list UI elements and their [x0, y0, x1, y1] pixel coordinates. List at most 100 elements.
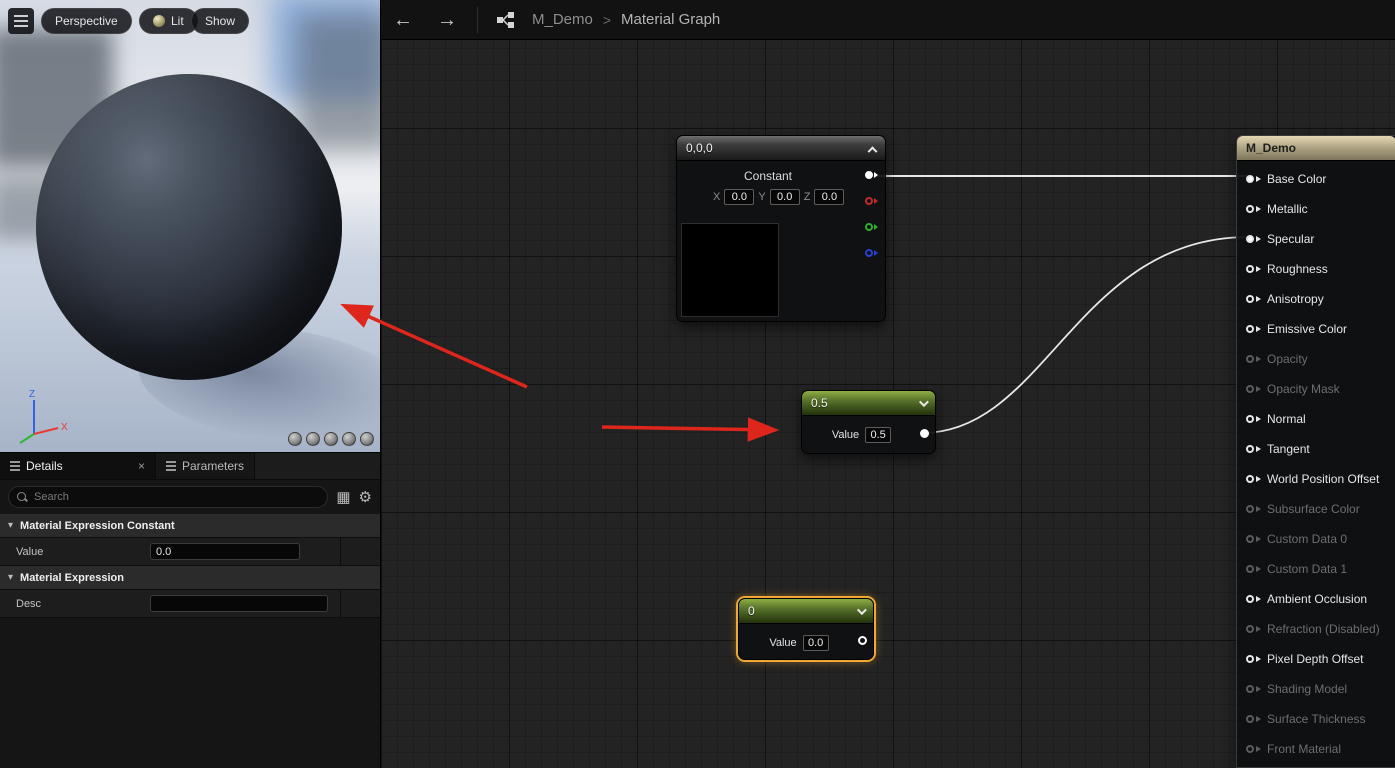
breadcrumb-material-name[interactable]: M_Demo [532, 11, 593, 28]
expand-chevron-icon[interactable] [919, 397, 929, 407]
search-icon [17, 492, 28, 503]
navigate-forward-button[interactable]: → [425, 0, 469, 40]
z-field-input[interactable] [814, 189, 844, 205]
material-output-pin-refraction-disabled-[interactable]: Refraction (Disabled) [1237, 614, 1395, 644]
material-output-pin-front-material[interactable]: Front Material [1237, 734, 1395, 764]
value-input[interactable] [803, 635, 829, 651]
input-pin-icon[interactable] [1246, 295, 1254, 303]
pin-arrow-icon [1256, 536, 1261, 542]
material-output-pin-specular[interactable]: Specular [1237, 224, 1395, 254]
material-preview-viewport[interactable]: Perspective Lit Show Z X [0, 0, 380, 452]
output-pin-value[interactable] [865, 171, 873, 179]
input-pin-icon[interactable] [1246, 325, 1254, 333]
preview-mesh-cube-button[interactable] [342, 432, 356, 446]
input-pin-icon[interactable] [1246, 475, 1254, 483]
node-header[interactable]: 0.5 [802, 391, 935, 416]
preview-mesh-sphere-button[interactable] [306, 432, 320, 446]
navigate-back-button[interactable]: ← [381, 0, 425, 40]
x-field-input[interactable] [724, 189, 754, 205]
section-material-expression[interactable]: ▾ Material Expression [0, 566, 380, 590]
show-button[interactable]: Show [191, 8, 249, 34]
output-pin[interactable] [858, 636, 867, 645]
tab-close-icon[interactable]: × [138, 459, 145, 473]
input-pin-icon[interactable] [1246, 655, 1254, 663]
material-output-pin-custom-data-0[interactable]: Custom Data 0 [1237, 524, 1395, 554]
material-output-pin-anisotropy[interactable]: Anisotropy [1237, 284, 1395, 314]
node-header[interactable]: 0,0,0 [677, 136, 885, 161]
material-output-pin-emissive-color[interactable]: Emissive Color [1237, 314, 1395, 344]
node-header[interactable]: M_Demo [1237, 136, 1395, 161]
input-pin-icon[interactable] [1246, 505, 1254, 513]
input-pin-icon[interactable] [1246, 415, 1254, 423]
material-output-pin-normal[interactable]: Normal [1237, 404, 1395, 434]
output-pin-green[interactable] [865, 223, 873, 231]
preview-mesh-teapot-button[interactable] [360, 432, 374, 446]
node-material-output[interactable]: M_Demo Base ColorMetallicSpecularRoughne… [1236, 135, 1395, 768]
expand-chevron-icon[interactable] [857, 605, 867, 615]
preview-mesh-cylinder-button[interactable] [288, 432, 302, 446]
input-pin-icon[interactable] [1246, 205, 1254, 213]
input-pin-icon[interactable] [1246, 535, 1254, 543]
desc-property-input[interactable] [150, 595, 328, 612]
show-label: Show [205, 14, 235, 28]
output-pin[interactable] [920, 429, 929, 438]
node-constant-half[interactable]: 0.5 Value [801, 390, 936, 454]
view-options-grid-icon[interactable]: ▦ [336, 490, 350, 505]
material-output-pin-shading-model[interactable]: Shading Model [1237, 674, 1395, 704]
expand-caret-icon[interactable]: ▾ [8, 572, 13, 583]
material-output-pin-tangent[interactable]: Tangent [1237, 434, 1395, 464]
material-output-pin-opacity[interactable]: Opacity [1237, 344, 1395, 374]
material-output-pin-opacity-mask[interactable]: Opacity Mask [1237, 374, 1395, 404]
output-pin-red[interactable] [865, 197, 873, 205]
input-pin-icon[interactable] [1246, 595, 1254, 603]
material-output-pins: Base ColorMetallicSpecularRoughnessAniso… [1237, 161, 1395, 764]
input-pin-icon[interactable] [1246, 175, 1254, 183]
preview-mesh-plane-button[interactable] [324, 432, 338, 446]
lit-label: Lit [171, 14, 184, 28]
material-output-pin-base-color[interactable]: Base Color [1237, 164, 1395, 194]
value-property-input[interactable] [150, 543, 300, 560]
collapse-chevron-icon[interactable] [868, 146, 878, 156]
input-pin-icon[interactable] [1246, 355, 1254, 363]
tab-details[interactable]: Details × [0, 453, 156, 479]
viewport-menu-button[interactable] [8, 8, 34, 34]
node-header[interactable]: 0 [739, 599, 873, 624]
left-panel: Perspective Lit Show Z X [0, 0, 380, 768]
input-pin-icon[interactable] [1246, 745, 1254, 753]
material-graph-canvas[interactable]: ← → M_Demo > Material Graph 0,0,0 Consta… [380, 0, 1395, 768]
output-pin-blue[interactable] [865, 249, 873, 257]
expand-caret-icon[interactable]: ▾ [8, 520, 13, 531]
input-pin-icon[interactable] [1246, 565, 1254, 573]
breadcrumb-material-graph[interactable]: Material Graph [621, 11, 720, 28]
input-pin-icon[interactable] [1246, 625, 1254, 633]
input-pin-icon[interactable] [1246, 445, 1254, 453]
input-pin-icon[interactable] [1246, 265, 1254, 273]
input-pin-icon[interactable] [1246, 685, 1254, 693]
lit-icon [153, 15, 165, 27]
lit-mode-button[interactable]: Lit [139, 8, 198, 34]
preview-mesh-buttons [288, 432, 374, 446]
input-pin-icon[interactable] [1246, 715, 1254, 723]
material-output-pin-surface-thickness[interactable]: Surface Thickness [1237, 704, 1395, 734]
axis-z-label: Z [29, 389, 35, 400]
value-input[interactable] [865, 427, 891, 443]
tab-parameters[interactable]: Parameters [156, 453, 255, 479]
node-constant-vector[interactable]: 0,0,0 Constant X Y Z [676, 135, 886, 322]
material-output-pin-custom-data-1[interactable]: Custom Data 1 [1237, 554, 1395, 584]
input-pin-icon[interactable] [1246, 235, 1254, 243]
search-box[interactable] [8, 486, 328, 508]
node-constant-zero[interactable]: 0 Value [738, 598, 874, 660]
perspective-button[interactable]: Perspective [41, 8, 132, 34]
material-output-pin-ambient-occlusion[interactable]: Ambient Occlusion [1237, 584, 1395, 614]
y-field-input[interactable] [770, 189, 800, 205]
material-output-pin-metallic[interactable]: Metallic [1237, 194, 1395, 224]
search-input[interactable] [34, 491, 319, 503]
material-output-pin-pixel-depth-offset[interactable]: Pixel Depth Offset [1237, 644, 1395, 674]
section-material-expression-constant[interactable]: ▾ Material Expression Constant [0, 514, 380, 538]
material-output-pin-subsurface-color[interactable]: Subsurface Color [1237, 494, 1395, 524]
input-pin-icon[interactable] [1246, 385, 1254, 393]
pin-label: Opacity [1267, 352, 1308, 366]
settings-gear-icon[interactable]: ⚙ [359, 490, 372, 505]
material-output-pin-roughness[interactable]: Roughness [1237, 254, 1395, 284]
material-output-pin-world-position-offset[interactable]: World Position Offset [1237, 464, 1395, 494]
